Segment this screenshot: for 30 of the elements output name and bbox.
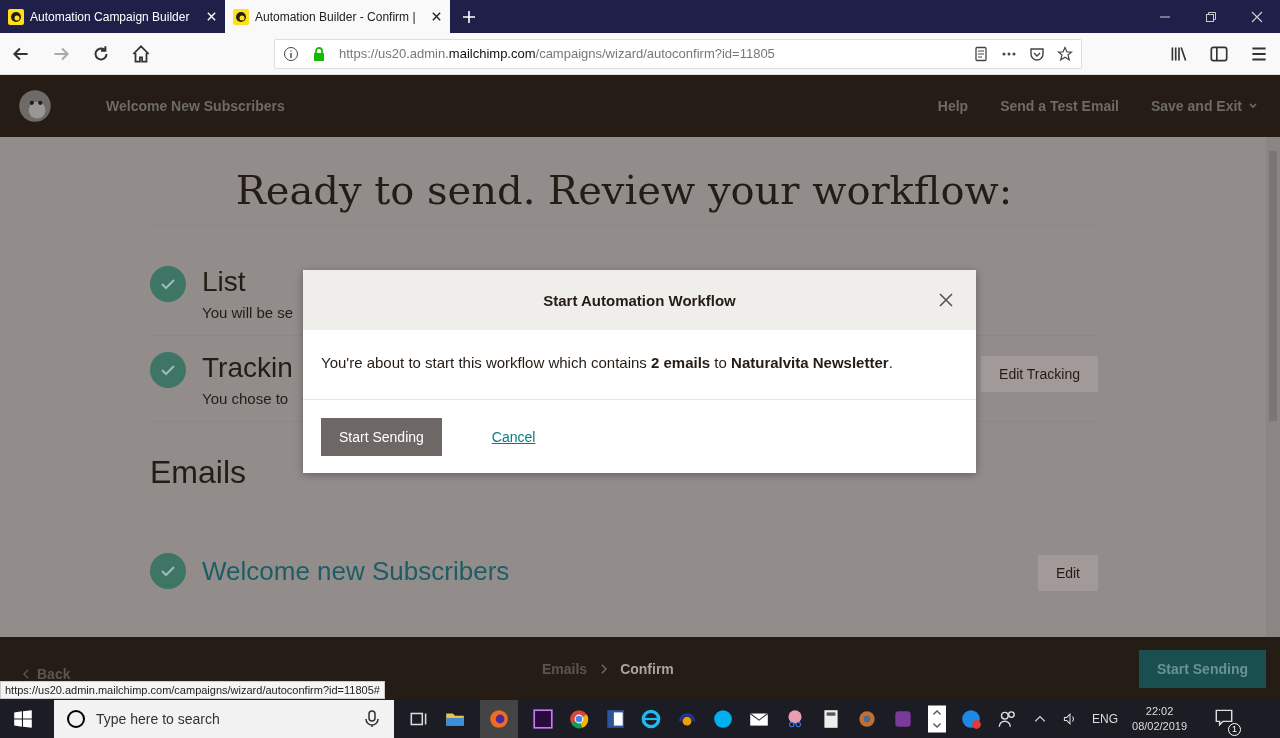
browser-tab[interactable]: Automation Builder - Confirm | xyxy=(225,0,450,33)
step-title: List xyxy=(202,266,247,298)
step-description: You chose to xyxy=(202,390,290,407)
search-placeholder: Type here to search xyxy=(96,711,220,727)
browser-tab[interactable]: Automation Campaign Builder xyxy=(0,0,225,33)
step-title: Trackin xyxy=(202,352,293,384)
step-description: You will be se xyxy=(202,304,294,321)
taskbar-search-field[interactable]: Type here to search xyxy=(54,700,394,738)
section-heading: Emails xyxy=(150,454,247,491)
tab-title: Automation Builder - Confirm | xyxy=(255,9,417,24)
header-link[interactable]: Help xyxy=(937,98,969,114)
status-url: https://us20.admin.mailchimp.com/campaigns/wizard/autoconfirm?id=11805# xyxy=(0,681,385,699)
notification-count: 1 xyxy=(1228,723,1242,736)
campaign-name: Welcome New Subscribers xyxy=(106,98,285,114)
tab-title: Automation Campaign Builder xyxy=(30,9,191,24)
dialog-message: You're about to start this workflow which contains 2 emails to Naturalvita Newsletter. xyxy=(303,330,976,400)
address-field[interactable]: https://us20.admin.mailchimp.com/campaigns/wizard/autoconfirm?id=11805 xyxy=(274,38,1082,69)
header-link[interactable]: Send a Test Email xyxy=(1000,98,1119,114)
edit-button[interactable]: Edit xyxy=(1037,555,1098,591)
edit-tracking-button[interactable]: Edit Tracking xyxy=(981,356,1098,392)
language-indicator[interactable]: ENG xyxy=(1092,712,1118,726)
clock-time: 22:02 xyxy=(1145,704,1174,719)
dialog-title: Start Automation Workflow xyxy=(543,291,736,309)
start-sending-button[interactable]: Start Sending xyxy=(321,418,442,456)
page-heading: Ready to send. Review your workflow: xyxy=(150,167,1098,226)
url-text: https://us20.admin.mailchimp.com/campaigns/wizard/autoconfirm?id=11805 xyxy=(339,46,776,61)
breadcrumb-item[interactable]: Confirm xyxy=(620,660,674,677)
cancel-link[interactable]: Cancel xyxy=(491,429,536,445)
clock-date: 08/02/2019 xyxy=(1132,719,1188,734)
save-and-exit-menu[interactable]: Save and Exit xyxy=(1150,98,1258,114)
